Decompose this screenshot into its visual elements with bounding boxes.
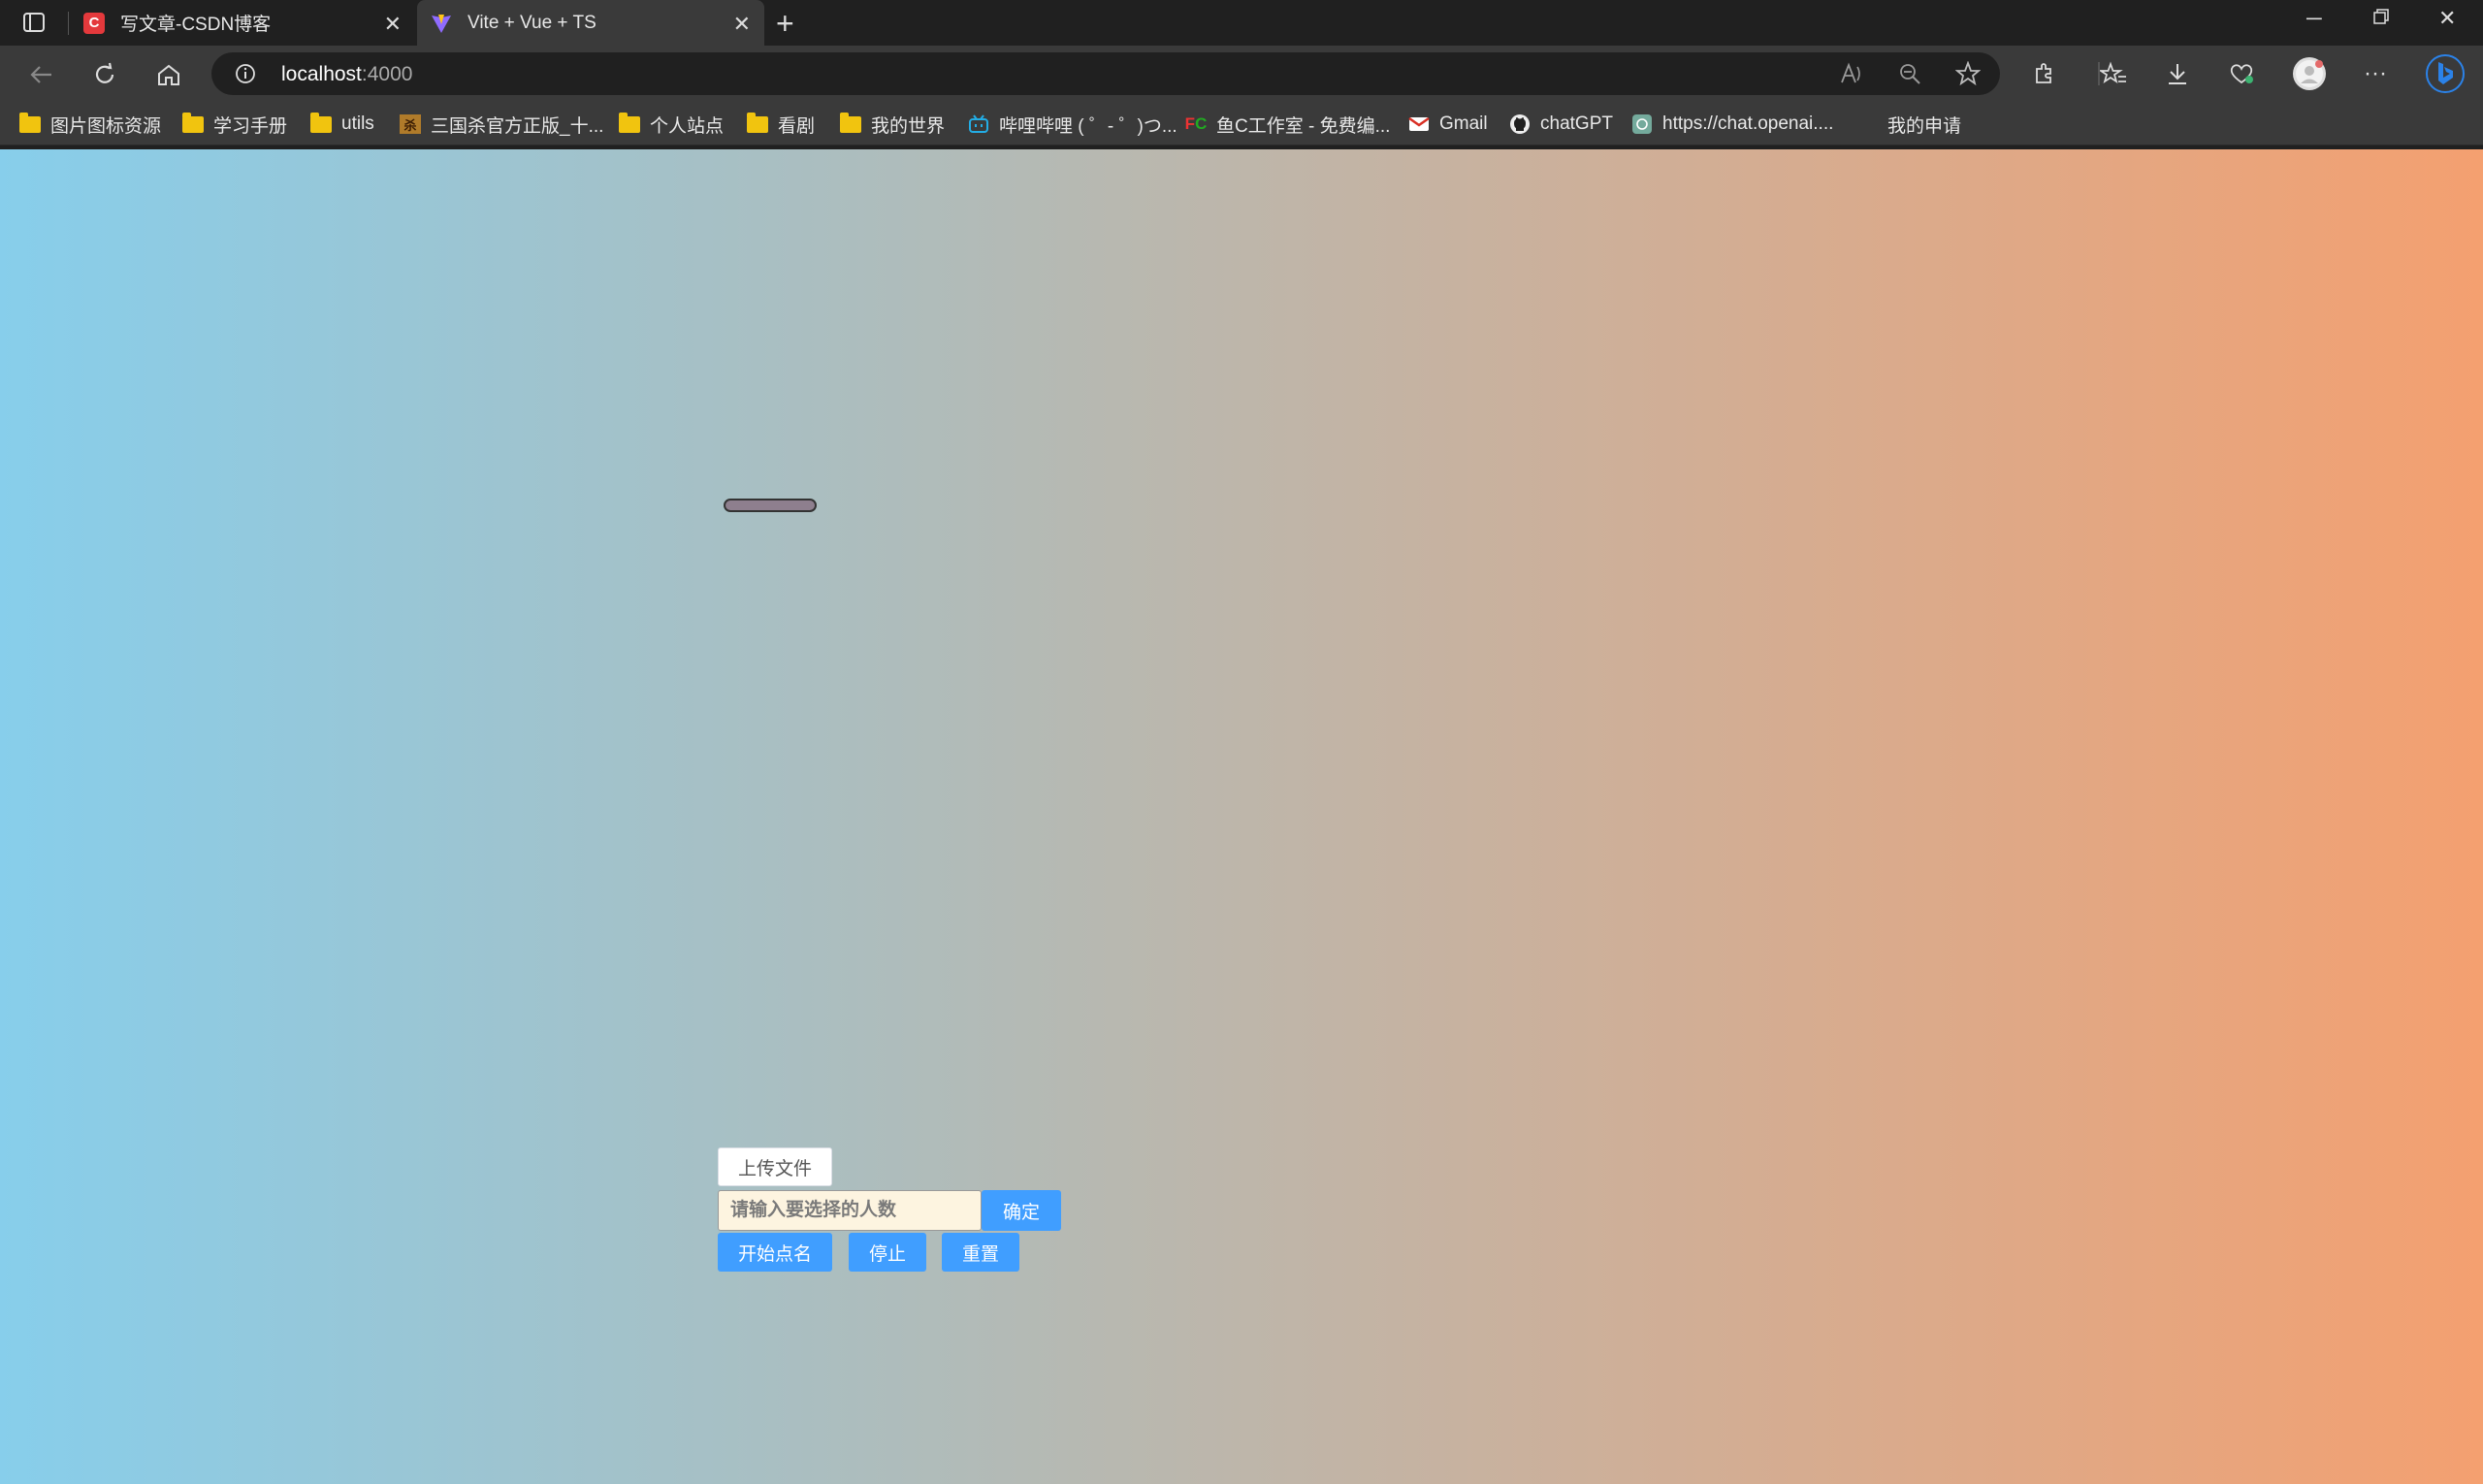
close-tab-icon[interactable]: ✕ xyxy=(733,12,751,37)
address-bar[interactable]: localhost:4000 xyxy=(211,52,2000,95)
name-display-box xyxy=(724,499,817,512)
folder-icon xyxy=(310,112,332,134)
bookmark-item[interactable]: 我的世界 xyxy=(840,111,945,138)
back-icon[interactable] xyxy=(25,59,56,90)
bookmark-item[interactable]: FC 鱼C工作室 - 免费编... xyxy=(1184,111,1391,138)
close-window-icon[interactable]: ✕ xyxy=(2438,6,2456,31)
github-icon xyxy=(1509,114,1531,134)
bookmark-item[interactable]: 图片图标资源 xyxy=(19,111,161,138)
bookmark-label: chatGPT xyxy=(1540,113,1613,134)
favorite-star-icon[interactable] xyxy=(1954,60,1982,91)
bing-copilot-icon[interactable] xyxy=(2425,53,2466,94)
url-text[interactable]: localhost:4000 xyxy=(281,63,412,86)
bookmark-label: 学习手册 xyxy=(213,115,288,137)
close-tab-icon[interactable]: ✕ xyxy=(384,12,402,37)
fc-icon: FC xyxy=(1184,114,1208,133)
browser-toolbar: localhost:4000 ··· xyxy=(0,46,2483,102)
bookmark-label: 个人站点 xyxy=(650,115,725,137)
tab-vite[interactable]: Vite + Vue + TS ✕ xyxy=(417,0,764,46)
openai-icon xyxy=(1631,114,1653,134)
bookmark-label: https://chat.openai.... xyxy=(1662,113,1834,134)
new-tab-icon[interactable]: + xyxy=(776,6,794,42)
more-icon[interactable]: ··· xyxy=(2359,57,2392,90)
bookmark-item[interactable]: 哔哩哔哩 ( ゜- ゜)つ... xyxy=(968,111,1177,138)
extensions-icon[interactable] xyxy=(2027,57,2060,90)
tab-title: Vite + Vue + TS xyxy=(468,12,597,33)
bookmark-item[interactable]: utils xyxy=(310,111,374,138)
bookmark-label: Gmail xyxy=(1439,113,1488,134)
page-viewport: 上传文件 确定 开始点名 停止 重置 xyxy=(0,149,2483,1484)
bookmark-item[interactable]: 个人站点 xyxy=(619,111,724,138)
bookmark-item[interactable]: Gmail xyxy=(1408,111,1488,138)
bookmark-item[interactable]: 我的申请 xyxy=(1887,111,1961,138)
reset-button[interactable]: 重置 xyxy=(942,1233,1019,1272)
refresh-icon[interactable] xyxy=(89,59,120,90)
restore-icon[interactable] xyxy=(2372,6,2390,31)
bookmark-label: 我的世界 xyxy=(871,115,946,137)
health-icon[interactable] xyxy=(2225,57,2258,90)
minimize-icon[interactable]: ─ xyxy=(2306,6,2322,31)
bookmark-label: 图片图标资源 xyxy=(50,115,162,137)
bookmark-label: utils xyxy=(341,113,374,134)
tab-csdn[interactable]: C 写文章-CSDN博客 ✕ xyxy=(70,0,415,46)
bookmark-label: 鱼C工作室 - 免费编... xyxy=(1216,115,1391,137)
vite-favicon-icon xyxy=(431,13,452,34)
sgs-icon: 杀 xyxy=(400,114,421,134)
gmail-icon xyxy=(1408,114,1430,134)
bookmark-item[interactable]: 杀 三国杀官方正版_十... xyxy=(400,111,603,138)
tab-divider xyxy=(68,12,69,35)
site-info-icon[interactable] xyxy=(235,63,256,89)
downloads-icon[interactable] xyxy=(2161,57,2194,90)
bookmark-item[interactable]: 看剧 xyxy=(747,111,815,138)
url-port: :4000 xyxy=(361,63,413,85)
count-input[interactable] xyxy=(718,1190,982,1231)
upload-file-button[interactable]: 上传文件 xyxy=(718,1147,832,1186)
bilibili-icon xyxy=(968,114,989,134)
bookmark-label: 三国杀官方正版_十... xyxy=(431,115,604,137)
csdn-favicon-icon: C xyxy=(83,12,105,34)
bookmark-label: 看剧 xyxy=(778,115,816,137)
bookmark-item[interactable]: https://chat.openai.... xyxy=(1631,111,1833,138)
folder-icon xyxy=(182,112,204,134)
home-icon[interactable] xyxy=(153,59,184,90)
stop-button[interactable]: 停止 xyxy=(849,1233,926,1272)
confirm-button[interactable]: 确定 xyxy=(982,1190,1061,1231)
url-host: localhost xyxy=(281,63,362,85)
bookmark-label: 我的申请 xyxy=(1887,115,1962,137)
folder-icon xyxy=(747,112,768,134)
tab-actions-icon[interactable] xyxy=(17,10,50,35)
tab-title: 写文章-CSDN博客 xyxy=(120,15,272,35)
bookmark-label: 哔哩哔哩 ( ゜- ゜)つ... xyxy=(999,115,1177,137)
folder-icon xyxy=(840,112,861,134)
folder-icon xyxy=(619,112,640,134)
bookmark-item[interactable]: chatGPT xyxy=(1509,111,1613,138)
favorites-icon[interactable] xyxy=(2097,57,2130,90)
start-roll-call-button[interactable]: 开始点名 xyxy=(718,1233,832,1272)
read-aloud-icon[interactable] xyxy=(1839,61,1864,91)
zoom-icon[interactable] xyxy=(1897,61,1922,91)
folder-icon xyxy=(19,112,41,134)
avatar[interactable] xyxy=(2293,57,2326,90)
bookmarks-bar: 图片图标资源 学习手册 utils 杀 三国杀官方正版_十... 个人站点 看剧… xyxy=(0,102,2483,145)
tab-bar: C 写文章-CSDN博客 ✕ Vite + Vue + TS ✕ + ─ ✕ xyxy=(0,0,2483,46)
bookmark-item[interactable]: 学习手册 xyxy=(182,111,287,138)
